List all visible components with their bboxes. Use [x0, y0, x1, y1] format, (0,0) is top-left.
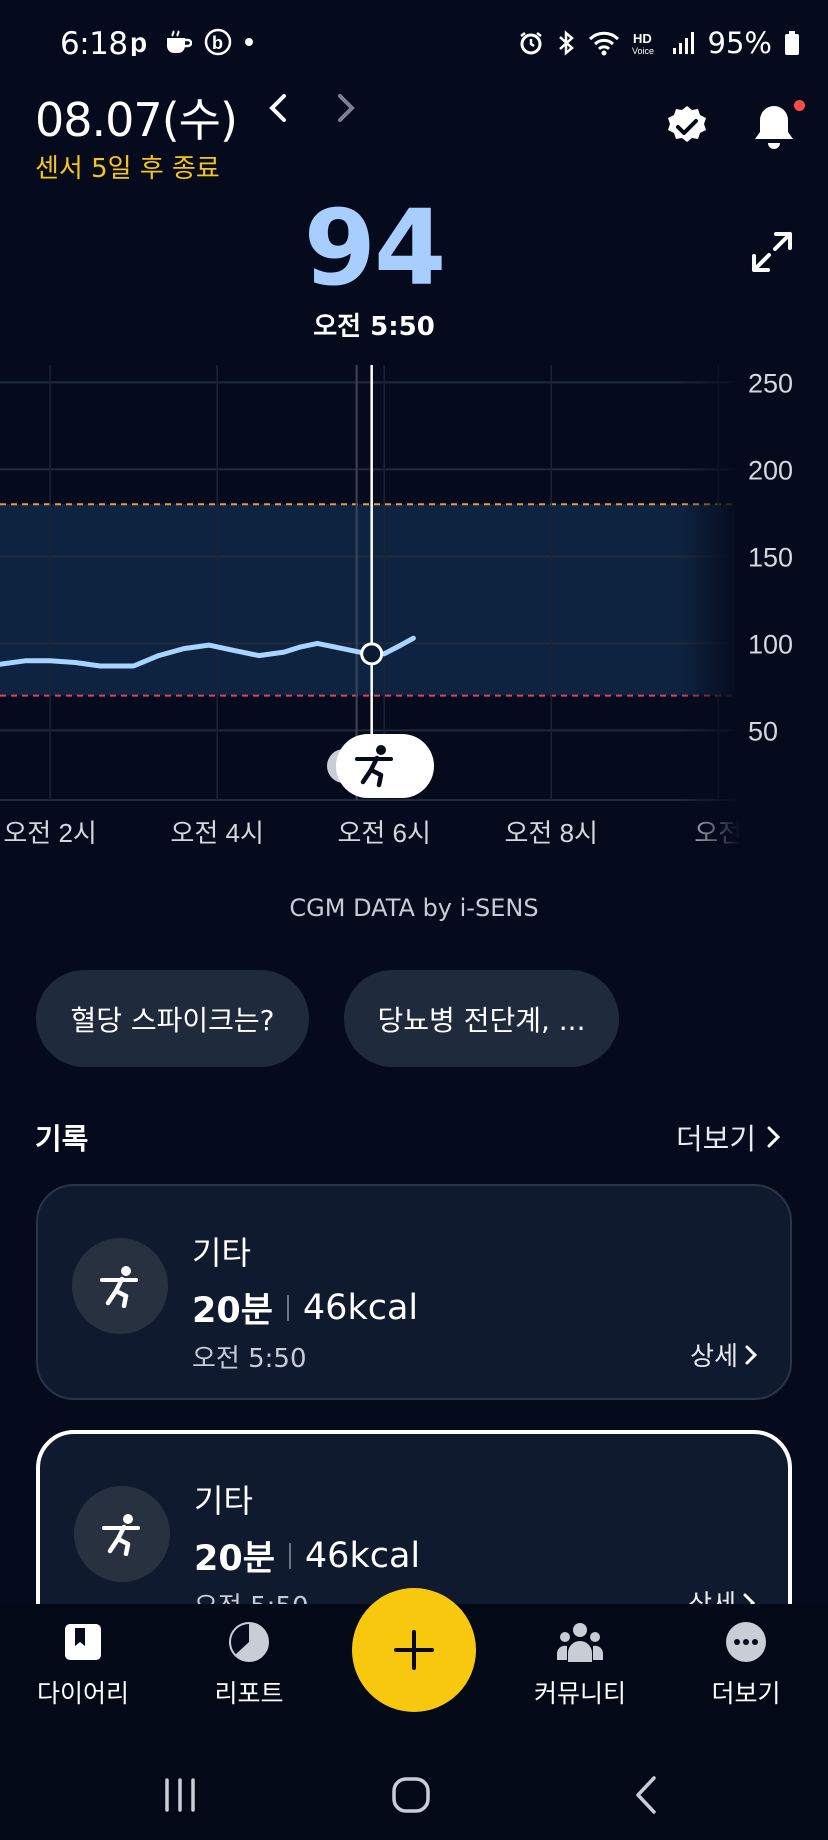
current-glucose-value: 94: [303, 187, 447, 309]
y-tick-label: 50: [748, 716, 778, 746]
record-duration: 20분: [192, 1291, 273, 1331]
svg-text:p: p: [130, 28, 147, 56]
record-time: 오전 5:50: [192, 1344, 307, 1374]
chip-glucose-spike[interactable]: 혈당 스파이크는?: [36, 970, 309, 1067]
battery-icon: [785, 31, 799, 55]
notification-icons: p b: [130, 28, 254, 56]
plus-icon: [394, 1630, 434, 1670]
y-tick-label: 150: [748, 542, 793, 572]
x-tick-label: 오전 2시: [3, 818, 96, 848]
exercise-icon: [100, 1266, 138, 1308]
y-tick-label: 100: [748, 629, 793, 659]
record-card[interactable]: 기타 20분 46kcal 오전 5:50 상세: [36, 1184, 792, 1400]
wifi-icon: [588, 31, 619, 56]
chart-edge-fade: [680, 340, 740, 860]
record-calories: 46kcal: [302, 1287, 419, 1328]
status-right: HD Voice 95%: [518, 26, 800, 60]
chip-prediabetes[interactable]: 당뇨병 전단계, ...: [344, 970, 619, 1067]
record-calories: 46kcal: [304, 1535, 421, 1576]
record-metrics: 20분 46kcal: [194, 1530, 420, 1581]
metric-divider: [286, 1294, 289, 1321]
expand-icon[interactable]: [750, 230, 794, 274]
tab-more[interactable]: 더보기: [681, 1620, 811, 1710]
coffee-icon: [167, 30, 192, 53]
exercise-icon-circle: [74, 1486, 170, 1582]
records-more-label: 더보기: [676, 1122, 757, 1156]
svg-text:HD: HD: [633, 31, 652, 46]
x-tick-label: 오전 6시: [337, 818, 430, 848]
home-icon[interactable]: [386, 1770, 436, 1820]
tab-report-label: 리포트: [214, 1679, 284, 1708]
current-reading-time: 오전 5:50: [313, 312, 435, 342]
bluetooth-icon: [558, 30, 574, 56]
next-day-button[interactable]: [330, 88, 360, 128]
more-notifications-dot-icon: [245, 38, 253, 46]
community-icon: [557, 1623, 603, 1662]
y-tick-label: 200: [748, 455, 793, 485]
tab-report[interactable]: 리포트: [184, 1620, 314, 1710]
battery-percent: 95%: [707, 26, 772, 60]
records-title: 기록: [35, 1122, 89, 1156]
notification-badge: [794, 100, 805, 111]
recent-apps-icon[interactable]: [155, 1770, 205, 1820]
alarm-icon: [519, 32, 542, 55]
sensor-status: 센서 5일 후 종료: [35, 154, 220, 184]
diary-icon: [65, 1624, 101, 1660]
record-duration: 20분: [194, 1539, 275, 1579]
cgm-data-credit: CGM DATA by i-SENS: [289, 894, 539, 922]
tab-community[interactable]: 커뮤니티: [515, 1620, 645, 1710]
record-title: 기타: [194, 1482, 253, 1520]
p-app-icon: p: [130, 28, 147, 56]
chevron-right-icon: [767, 1126, 781, 1148]
chevron-right-icon: [745, 1345, 758, 1364]
previous-day-button[interactable]: [262, 88, 292, 128]
tab-diary-label: 다이어리: [36, 1679, 129, 1708]
verified-badge-icon[interactable]: [664, 104, 710, 150]
svg-text:Voice: Voice: [632, 46, 654, 56]
svg-text:b: b: [212, 33, 223, 53]
x-tick-label: 오전 4시: [170, 818, 263, 848]
x-tick-label: 오전 8시: [505, 818, 598, 848]
event-badge: [336, 734, 434, 798]
b-app-icon: b: [204, 28, 232, 56]
tab-diary[interactable]: 다이어리: [18, 1620, 148, 1710]
metric-divider: [288, 1542, 291, 1569]
report-pie-icon: [229, 1622, 269, 1662]
selected-point: [360, 642, 384, 666]
tab-community-label: 커뮤니티: [533, 1679, 626, 1708]
more-dots-icon: [726, 1622, 766, 1662]
signal-icon: [672, 32, 694, 54]
notification-bell-icon[interactable]: [748, 100, 800, 152]
record-title: 기타: [192, 1234, 251, 1272]
exercise-icon-circle: [72, 1238, 168, 1334]
record-detail-link[interactable]: 상세: [690, 1336, 758, 1373]
add-record-button[interactable]: [352, 1588, 476, 1712]
back-icon[interactable]: [622, 1770, 672, 1820]
date-title: 08.07(수): [35, 93, 238, 147]
exercise-icon: [102, 1514, 140, 1556]
y-tick-label: 250: [748, 368, 793, 398]
record-detail-label: 상세: [690, 1342, 738, 1372]
tab-more-label: 더보기: [711, 1679, 781, 1708]
record-metrics: 20분 46kcal: [192, 1282, 418, 1333]
hd-voice-icon: HDVoice: [632, 31, 654, 56]
records-more-link[interactable]: 더보기: [676, 1116, 782, 1158]
glucose-chart[interactable]: 25020015010050오전 2시오전 4시오전 6시오전 8시오전: [0, 340, 828, 860]
status-time: 6:18: [60, 26, 128, 62]
